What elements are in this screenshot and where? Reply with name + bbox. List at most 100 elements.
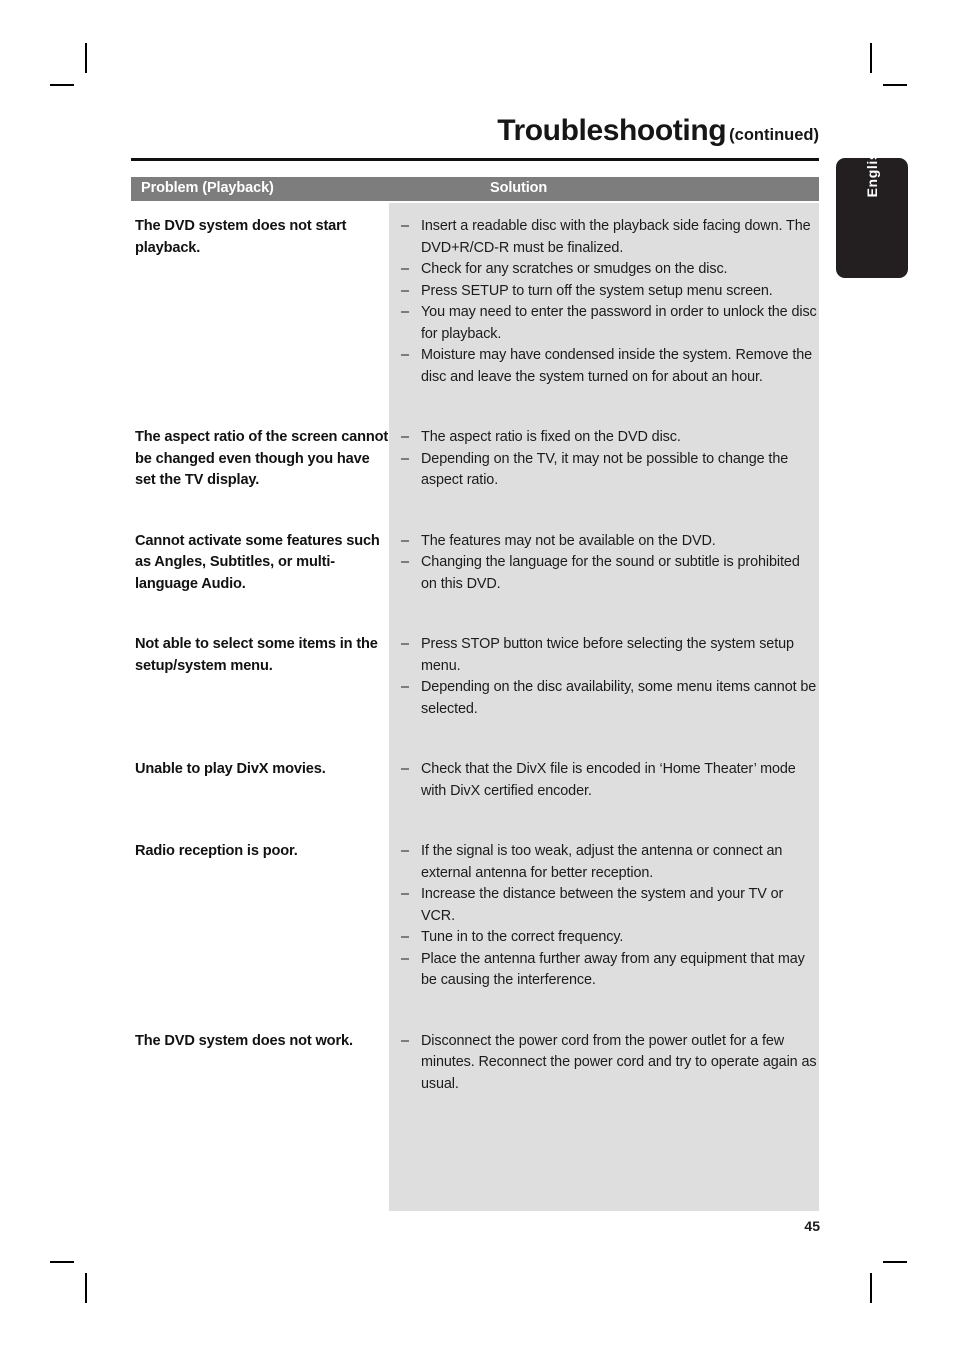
solution-item: – Check that the DivX file is encoded in … [389, 759, 819, 802]
solution-item: – Press STOP button twice before selectin… [389, 634, 819, 677]
dash-bullet-icon: – [401, 450, 409, 467]
solution-item: – Check for any scratches or smudges on t… [389, 259, 819, 281]
dash-bullet-icon: – [401, 929, 409, 945]
solution-text: The features may not be available on the… [421, 532, 716, 549]
crop-mark-bottom-right-horizontal [883, 1261, 907, 1263]
table-row: The aspect ratio of the screen cannot be… [131, 414, 819, 492]
problem-cell: Radio reception is poor. [131, 828, 389, 863]
solution-cell: – Check that the DivX file is encoded in … [389, 746, 819, 802]
solution-list: – If the signal is too weak, adjust the a… [389, 841, 819, 992]
dash-bullet-icon: – [401, 429, 409, 445]
solution-list: – Insert a readable disc with the playbac… [389, 216, 819, 388]
problem-text: The DVD system does not start playback. [135, 218, 347, 256]
dash-bullet-icon: – [401, 886, 409, 902]
solution-text: Press SETUP to turn off the system setup… [421, 282, 773, 299]
problem-cell: Not able to select some items in the set… [131, 621, 389, 677]
solution-text: Disconnect the power cord from the power… [421, 1032, 817, 1092]
dash-bullet-icon: – [401, 843, 409, 859]
solution-item: – Disconnect the power cord from the powe… [389, 1031, 819, 1096]
solution-item: – Changing the language for the sound or … [389, 552, 819, 595]
problem-cell: The aspect ratio of the screen cannot be… [131, 414, 389, 492]
solution-text: If the signal is too weak, adjust the an… [421, 843, 783, 881]
problem-cell: Cannot activate some features such as An… [131, 518, 389, 596]
solution-cell: – If the signal is too weak, adjust the a… [389, 828, 819, 992]
solution-item: – Increase the distance between the syste… [389, 884, 819, 927]
problem-cell: The DVD system does not start playback. [131, 203, 389, 259]
dash-bullet-icon: – [401, 532, 409, 549]
dash-bullet-icon: – [401, 261, 409, 277]
solution-list: – Check that the DivX file is encoded in … [389, 759, 819, 802]
table-row: The DVD system does not work. – Disconnect… [131, 1018, 819, 1096]
table-row: The DVD system does not start playback. –… [131, 203, 819, 388]
page-header: Troubleshooting (continued) [131, 114, 819, 148]
troubleshooting-table: The DVD system does not start playback. –… [131, 203, 819, 1095]
solution-cell: – Press STOP button twice before selectin… [389, 621, 819, 720]
solution-item: – You may need to enter the password in o… [389, 302, 819, 345]
dash-bullet-icon: – [401, 347, 409, 363]
solution-text: Moisture may have condensed inside the s… [421, 347, 813, 385]
solution-text: You may need to enter the password in or… [421, 304, 817, 342]
crop-mark-top-left-vertical [85, 43, 87, 73]
solution-text: Check that the DivX file is encoded in ‘… [421, 761, 796, 799]
crop-mark-bottom-left-horizontal [50, 1261, 74, 1263]
column-header-solution: Solution [490, 180, 548, 196]
dash-bullet-icon: – [401, 679, 409, 695]
dash-bullet-icon: – [401, 304, 409, 320]
problem-cell: Unable to play DivX movies. [131, 746, 389, 781]
solution-text: The aspect ratio is fixed on the DVD dis… [421, 429, 681, 445]
solution-cell: – The aspect ratio is fixed on the DVD di… [389, 414, 819, 492]
crop-mark-bottom-right-vertical [870, 1273, 872, 1303]
crop-mark-top-right-vertical [870, 43, 872, 73]
solution-text: Tune in to the correct frequency. [421, 929, 624, 945]
dash-bullet-icon: – [401, 950, 409, 967]
solution-text: Changing the language for the sound or s… [421, 554, 800, 592]
problem-text: Radio reception is poor. [135, 843, 298, 859]
solution-item: – If the signal is too weak, adjust the a… [389, 841, 819, 884]
solution-cell: – Disconnect the power cord from the powe… [389, 1018, 819, 1096]
problem-text: The aspect ratio of the screen cannot be… [135, 429, 389, 488]
solution-item: – Place the antenna further away from any… [389, 949, 819, 992]
problem-text: Not able to select some items in the set… [135, 636, 378, 674]
solution-item: – The features may not be available on th… [389, 531, 819, 553]
solution-cell: – Insert a readable disc with the playbac… [389, 203, 819, 388]
solution-list: – The features may not be available on th… [389, 531, 819, 596]
solution-list: – Disconnect the power cord from the powe… [389, 1031, 819, 1096]
dash-bullet-icon: – [401, 282, 409, 299]
problem-cell: The DVD system does not work. [131, 1018, 389, 1053]
dash-bullet-icon: – [401, 761, 409, 777]
solution-text: Place the antenna further away from any … [421, 950, 805, 989]
table-row: Unable to play DivX movies. – Check that t… [131, 746, 819, 802]
language-tab: English [836, 143, 908, 278]
solution-cell: – The features may not be available on th… [389, 518, 819, 596]
page-number: 45 [804, 1218, 820, 1234]
solution-text: Press STOP button twice before selecting… [421, 636, 794, 674]
dash-bullet-icon: – [401, 636, 409, 652]
crop-mark-top-right-horizontal [883, 84, 907, 86]
page-title: Troubleshooting [497, 114, 727, 147]
solution-text: Increase the distance between the system… [421, 886, 784, 924]
table-row: Radio reception is poor. – If the signal i… [131, 828, 819, 992]
crop-mark-bottom-left-vertical [85, 1273, 87, 1303]
solution-item: – Depending on the disc availability, som… [389, 677, 819, 720]
solution-item: – Insert a readable disc with the playbac… [389, 216, 819, 259]
problem-text: Cannot activate some features such as An… [135, 532, 380, 592]
table-row: Not able to select some items in the set… [131, 621, 819, 720]
solution-text: Depending on the TV, it may not be possi… [421, 450, 789, 489]
solution-item: – Depending on the TV, it may not be poss… [389, 449, 819, 492]
solution-text: Check for any scratches or smudges on th… [421, 261, 728, 277]
table-header-row: Problem (Playback) Solution [131, 177, 819, 201]
crop-mark-top-left-horizontal [50, 84, 74, 86]
solution-item: – Moisture may have condensed inside the … [389, 345, 819, 388]
language-tab-label: English [864, 142, 880, 198]
table-row: Cannot activate some features such as An… [131, 518, 819, 596]
solution-item: – Press SETUP to turn off the system setu… [389, 281, 819, 303]
column-header-problem: Problem (Playback) [141, 180, 274, 196]
solution-item: – The aspect ratio is fixed on the DVD di… [389, 427, 819, 449]
header-divider [131, 158, 819, 161]
dash-bullet-icon: – [401, 1032, 409, 1049]
problem-text: The DVD system does not work. [135, 1032, 353, 1049]
solution-text: Depending on the disc availability, some… [421, 679, 817, 717]
page-title-suffix: (continued) [729, 126, 819, 144]
solution-text: Insert a readable disc with the playback… [421, 218, 811, 256]
dash-bullet-icon: – [401, 554, 409, 570]
